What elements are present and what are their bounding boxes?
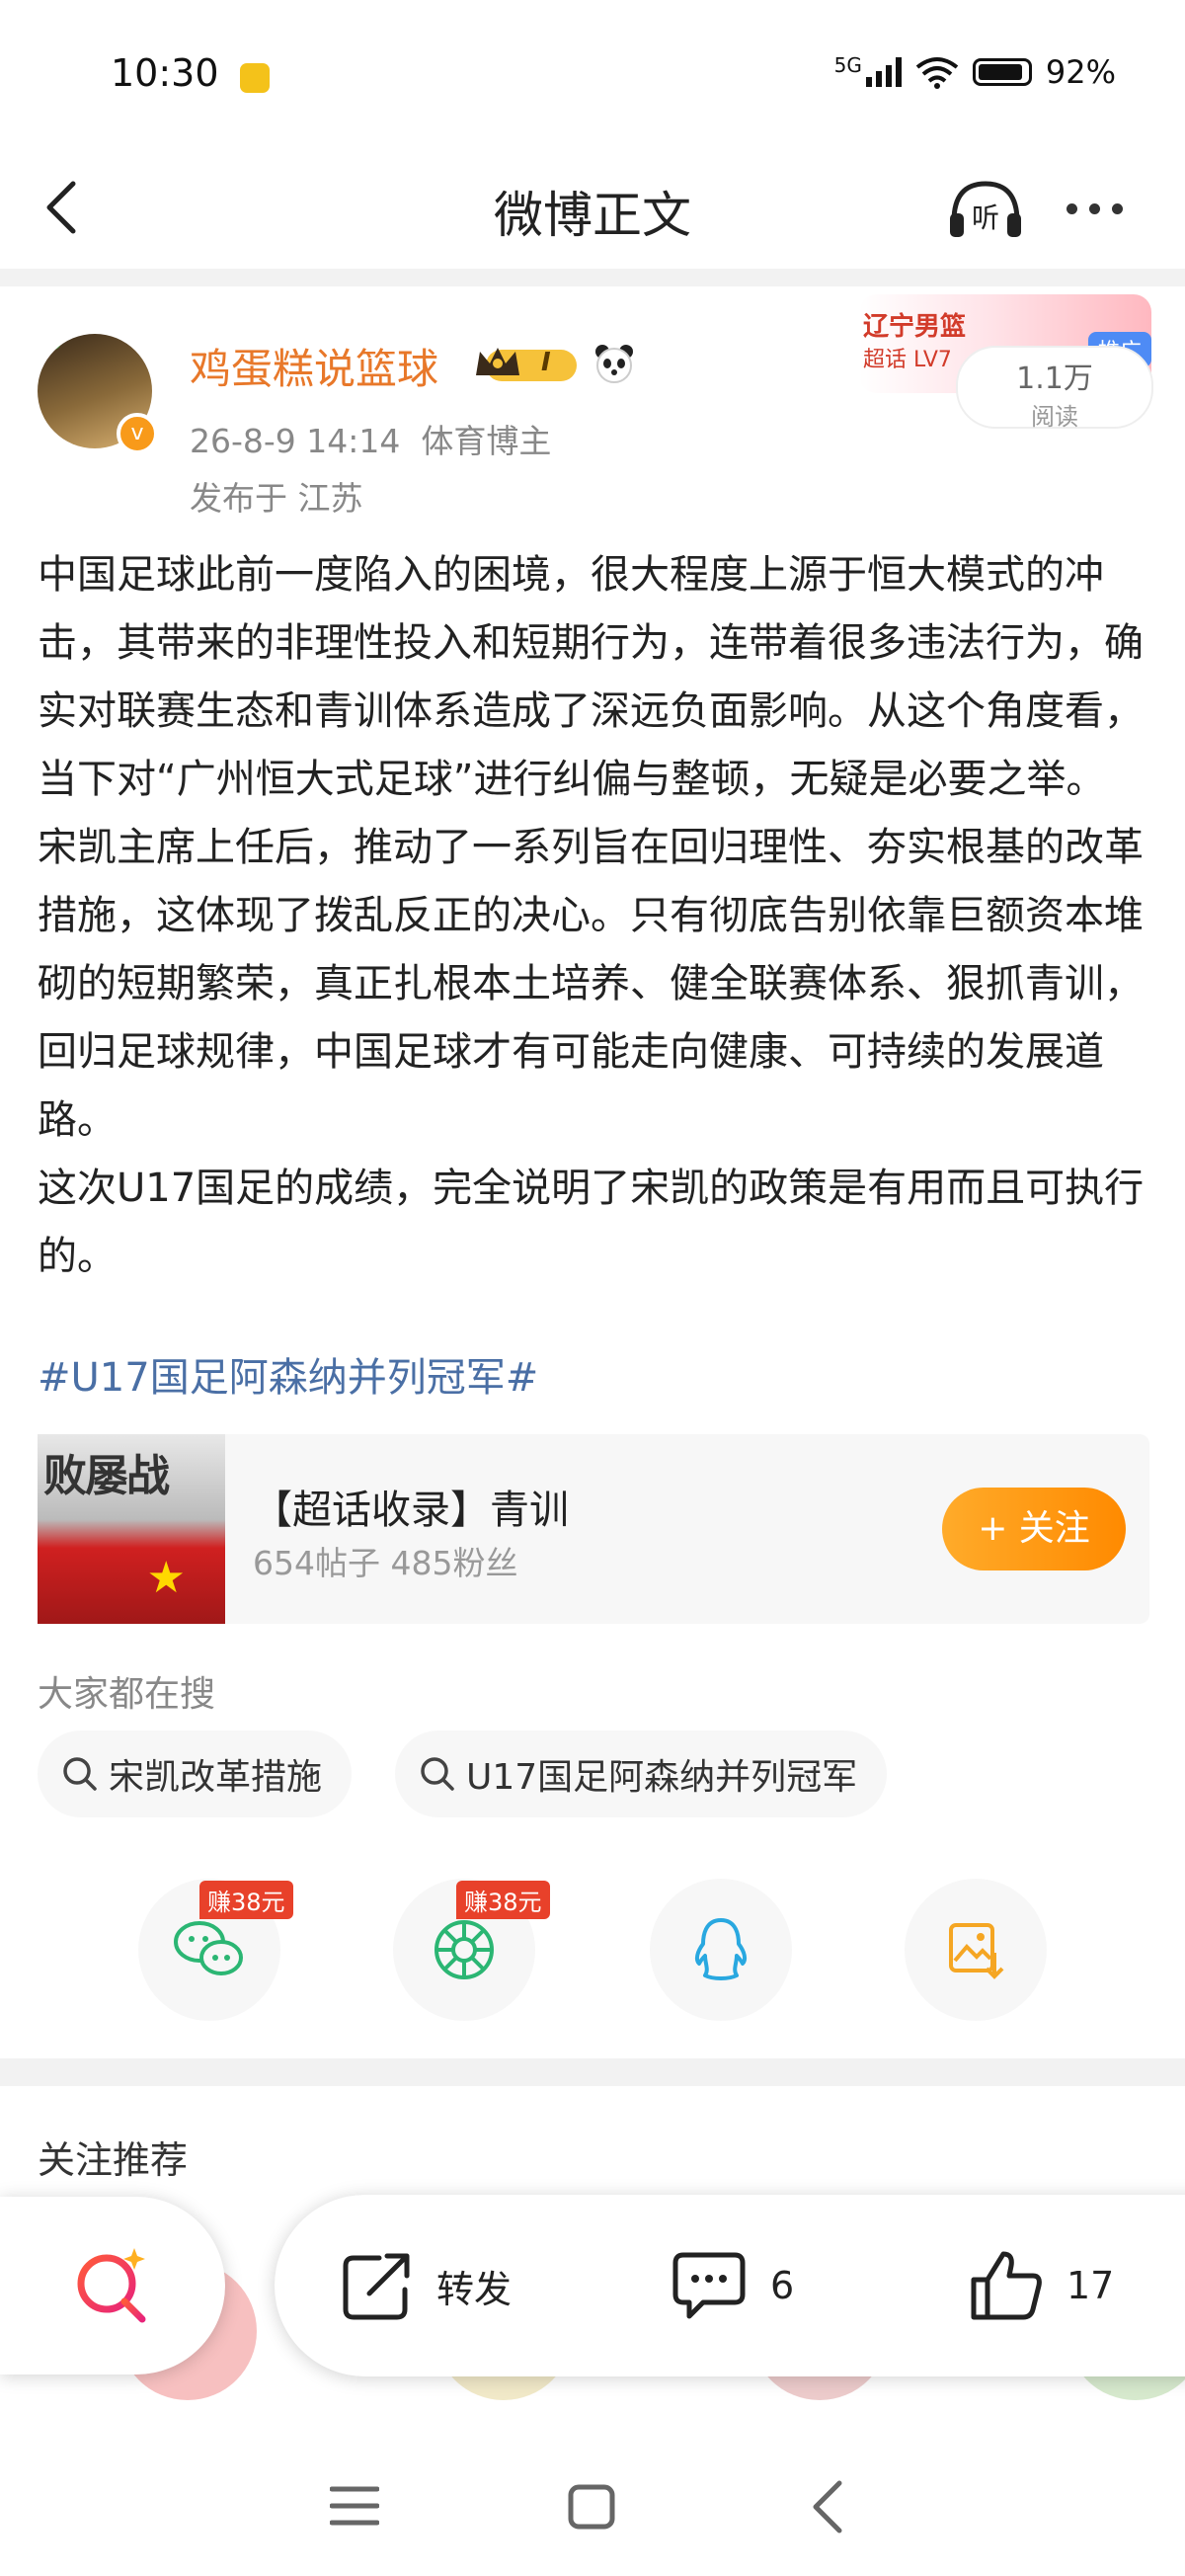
status-time: 10:30 [111,51,219,95]
super-topic-title: 【超话收录】青训 [253,1488,569,1533]
comment-button[interactable]: 6 [670,2242,794,2329]
promo-subtitle: 超话 LV7 [863,348,952,372]
repost-button[interactable]: 转发 [340,2242,512,2329]
square-icon [568,2484,615,2530]
reward-badge: 赚38元 [456,1881,550,1919]
read-count: 1.1万 [1016,362,1093,396]
repost-icon [343,2253,410,2320]
hot-search-heading: 大家都在搜 [38,1674,216,1715]
battery-icon [972,58,1032,86]
recommend-heading: 关注推荐 [38,2138,189,2182]
share-qq-button[interactable] [650,1879,792,2021]
more-button[interactable] [1066,194,1138,223]
panda-icon [592,342,636,385]
headphones-icon: 听 [950,181,1021,237]
moments-icon [434,1920,494,1979]
save-image-icon [949,1923,1004,1979]
more-dot [1066,202,1077,214]
super-topic-stats: 654帖子 485粉丝 [253,1544,518,1582]
search-chip-label: 宋凯改革措施 [109,1757,323,1798]
status-indicators: 5G 92% [834,53,1116,91]
post-location: 发布于 江苏 [190,479,363,518]
post-paragraph: 这次U17国足的成绩，完全说明了宋凯的政策是有用而且可执行的。 [38,1166,1145,1279]
post-meta: 26-8-9 14:14 体育博主 [190,422,552,460]
battery-percent: 92% [1045,53,1116,91]
verified-badge: v [117,413,158,454]
save-image-button[interactable] [905,1879,1047,2021]
thumbs-up-icon [971,2251,1042,2320]
search-chip-label: U17国足阿森纳并列冠军 [466,1757,858,1798]
post-paragraph: 中国足球此前一度陷入的困境，很大程度上源于恒大模式的冲击，其带来的非理性投入和短… [38,552,1144,802]
comment-icon [672,2252,746,2319]
author-name[interactable]: 鸡蛋糕说篮球 [190,336,438,396]
level-badge: I [472,344,581,385]
section-divider [0,2058,1185,2086]
super-topic-image: 败屡战 ★ [38,1434,225,1624]
level-badge-text: I [541,348,551,377]
hashtag-link[interactable]: #U17国足阿森纳并列冠军# [38,1345,538,1403]
promo-card[interactable]: 辽宁男篮 超话 LV7 推广 1.1万 阅读 [859,294,1153,431]
flag-star-icon: ★ [146,1553,186,1603]
like-button[interactable]: 17 [968,2242,1114,2329]
listen-button[interactable]: 听 [946,178,1025,241]
wifi-icon [915,57,959,89]
search-chip[interactable]: U17国足阿森纳并列冠军 [395,1731,888,1817]
ai-search-icon [77,2248,146,2323]
search-icon [63,1757,97,1791]
header-divider [0,269,1185,286]
repost-label: 转发 [436,2267,513,2311]
post-body: 中国足球此前一度陷入的困境，很大程度上源于恒大模式的冲击，其带来的非理性投入和短… [38,541,1153,1291]
read-count-label: 阅读 [1031,403,1078,431]
system-back-button[interactable] [808,2479,847,2535]
home-button[interactable] [567,2483,616,2531]
more-dot [1112,202,1123,214]
ai-search-button[interactable] [0,2197,225,2375]
network-label: 5G [833,53,862,77]
signal-icon [865,57,902,87]
recent-apps-button[interactable] [329,2485,380,2527]
reward-badge: 赚38元 [199,1881,293,1919]
search-icon [421,1757,454,1791]
post-paragraph: 宋凯主席上任后，推动了一系列旨在回归理性、夯实根基的改革措施，这体现了拨乱反正的… [38,825,1144,1143]
read-count-pill: 1.1万 阅读 [956,346,1153,431]
like-count: 17 [1066,2264,1115,2307]
follow-button[interactable]: + 关注 [942,1488,1126,1570]
menu-icon [329,2486,380,2526]
promo-title: 辽宁男篮 [863,312,967,342]
qq-icon [694,1918,748,1980]
wechat-icon [174,1921,243,1975]
super-topic-image-text: 败屡战 [43,1451,170,1501]
back-arrow-icon [813,2480,842,2534]
comment-count: 6 [770,2264,795,2307]
crown-icon [476,348,577,381]
clover-icon [40,334,67,350]
notification-app-icon [240,63,270,93]
svg-text:听: 听 [972,201,999,234]
search-chip[interactable]: 宋凯改革措施 [38,1731,353,1817]
more-dot [1089,202,1100,214]
